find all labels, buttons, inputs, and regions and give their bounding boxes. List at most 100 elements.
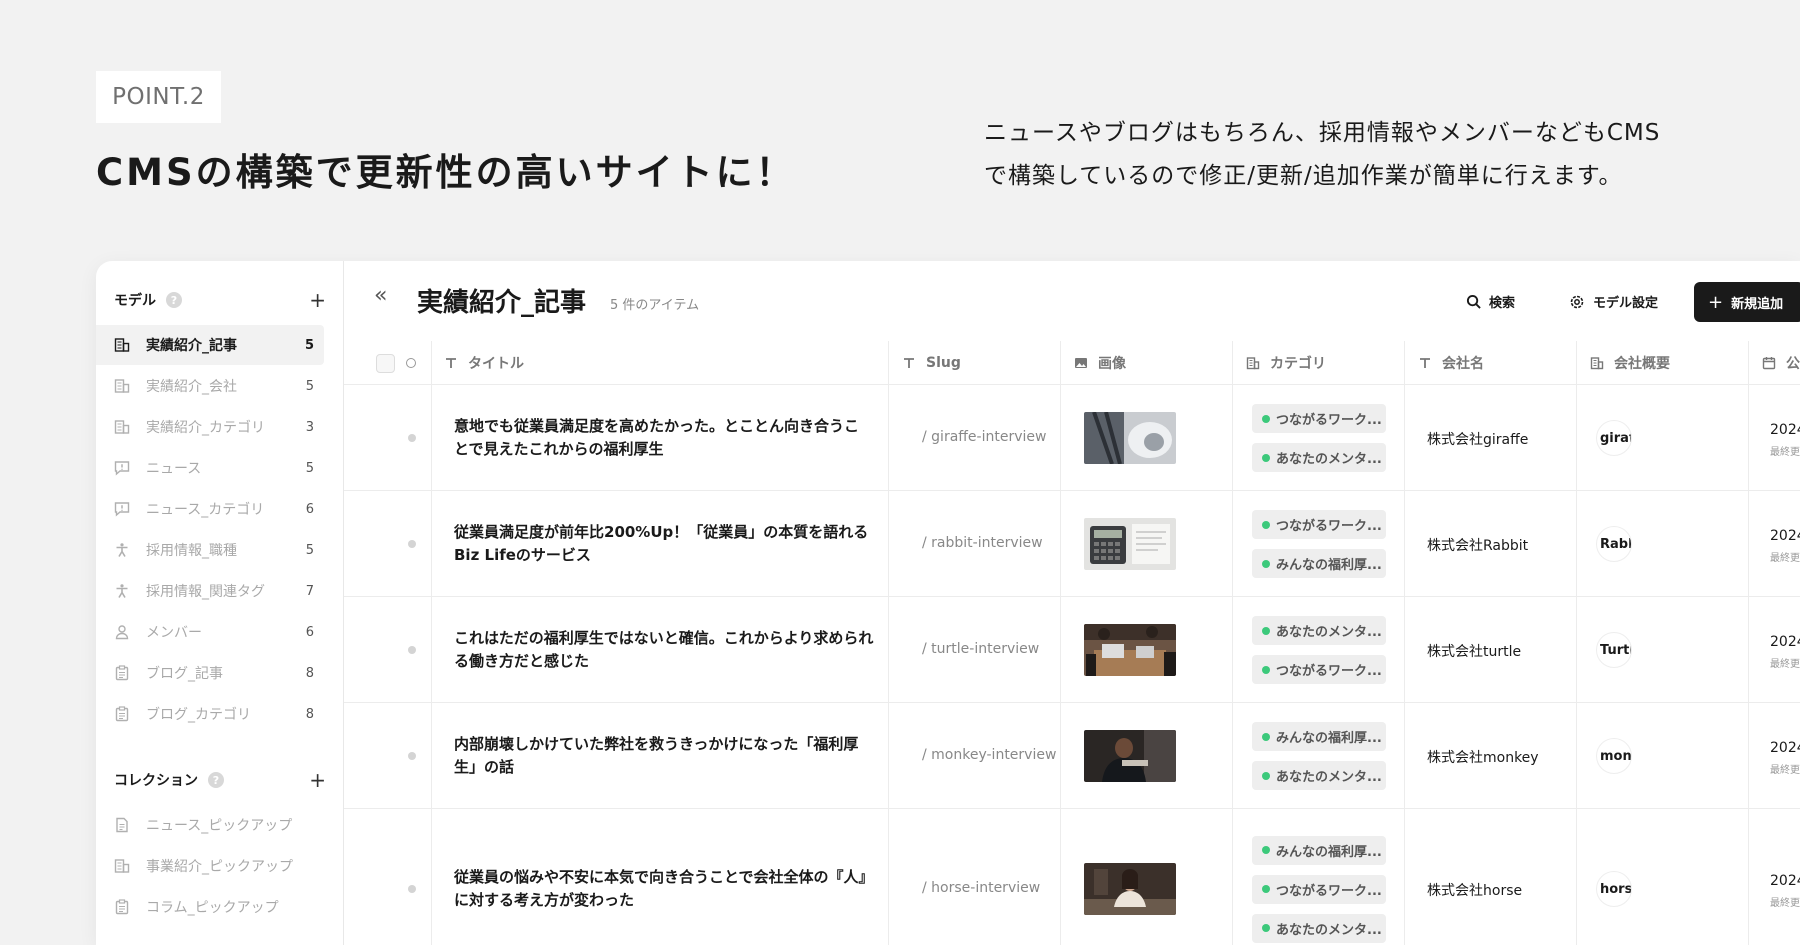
company-logo: hors bbox=[1596, 871, 1632, 907]
row-company: 株式会社horse bbox=[1427, 883, 1523, 899]
row-date-sub: 最終更 bbox=[1770, 553, 1800, 564]
row-thumbnail[interactable] bbox=[1084, 412, 1176, 464]
sidebar-item-count: 6 bbox=[305, 624, 314, 640]
category-tag[interactable]: あなたのメンタ... bbox=[1252, 761, 1386, 790]
category-tag-label: つながるワーク... bbox=[1276, 413, 1382, 428]
sidebar-item[interactable]: 採用情報_関連タグ 7 bbox=[96, 571, 324, 611]
column-title[interactable]: タイトル bbox=[444, 341, 524, 385]
help-icon[interactable]: ? bbox=[166, 292, 182, 308]
row-date-sub: 最終更 bbox=[1770, 765, 1800, 776]
table-row[interactable]: 内部崩壊しかけていた弊社を救うきっかけになった「福利厚生」の話 / monkey-… bbox=[344, 703, 1800, 809]
sidebar-item-label: メンバー bbox=[146, 625, 202, 641]
category-tag[interactable]: あなたのメンタ... bbox=[1252, 913, 1386, 943]
sidebar-item-count: 5 bbox=[305, 460, 314, 476]
sidebar-item-label: 採用情報_職種 bbox=[146, 543, 237, 559]
sidebar-item[interactable]: コラム_ピックアップ bbox=[96, 887, 324, 927]
column-company[interactable]: 会社名 bbox=[1418, 341, 1484, 385]
category-tag[interactable]: つながるワーク... bbox=[1252, 874, 1386, 904]
table-row[interactable]: 従業員満足度が前年比200%Up！「従業員」の本質を語れるBiz Lifeのサー… bbox=[344, 491, 1800, 597]
category-tag-label: あなたのメンタ... bbox=[1276, 452, 1382, 467]
sidebar-item[interactable]: 採用情報_職種 5 bbox=[96, 530, 324, 570]
row-thumbnail[interactable] bbox=[1084, 518, 1176, 570]
category-tag[interactable]: あなたのメンタ... bbox=[1252, 443, 1386, 472]
category-tag[interactable]: みんなの福利厚... bbox=[1252, 835, 1386, 865]
sidebar-item[interactable]: メンバー 6 bbox=[96, 612, 324, 652]
category-tag[interactable]: つながるワーク... bbox=[1252, 655, 1386, 684]
category-tag[interactable]: みんなの福利厚... bbox=[1252, 549, 1386, 578]
sidebar-item-count: 3 bbox=[305, 419, 314, 435]
row-thumbnail[interactable] bbox=[1084, 730, 1176, 782]
sidebar-item-label: ニュース bbox=[146, 461, 202, 477]
collapse-sidebar-button[interactable]: « bbox=[374, 283, 387, 308]
column-slug-label: Slug bbox=[926, 355, 961, 371]
category-tag[interactable]: あなたのメンタ... bbox=[1252, 616, 1386, 645]
document-icon bbox=[116, 817, 128, 833]
status-dot bbox=[408, 752, 416, 760]
company-logo: Rabb bbox=[1596, 526, 1632, 562]
status-dot bbox=[408, 540, 416, 548]
column-date-label: 公 bbox=[1786, 356, 1800, 372]
models-header: モデル ? + bbox=[114, 285, 326, 315]
sidebar-item[interactable]: 実績紹介_カテゴリ 3 bbox=[96, 407, 324, 447]
row-title[interactable]: 意地でも従業員満足度を高めたかった。とことん向き合うことで見えたこれからの福利厚… bbox=[454, 415, 874, 461]
category-tag[interactable]: みんなの福利厚... bbox=[1252, 722, 1386, 751]
sidebar-item-label: ブログ_カテゴリ bbox=[146, 707, 251, 723]
column-category[interactable]: カテゴリ bbox=[1246, 341, 1326, 385]
company-logo: monk bbox=[1596, 738, 1632, 774]
row-company: 株式会社Rabbit bbox=[1427, 538, 1529, 554]
model-settings-button[interactable]: モデル設定 bbox=[1569, 292, 1658, 311]
sidebar-item-count: 5 bbox=[305, 542, 314, 558]
row-title[interactable]: 内部崩壊しかけていた弊社を救うきっかけになった「福利厚生」の話 bbox=[454, 733, 874, 779]
category-tag[interactable]: つながるワーク... bbox=[1252, 510, 1386, 539]
row-thumbnail[interactable] bbox=[1084, 863, 1176, 915]
row-title[interactable]: 従業員の悩みや不安に本気で向き合うことで会社全体の『人』に対する考え方が変わった bbox=[454, 866, 874, 912]
row-tags: みんなの福利厚... あなたのメンタ... bbox=[1252, 722, 1386, 800]
status-dot-icon bbox=[1262, 559, 1270, 568]
table-header: タイトル Slug 画像 カテゴリ 会社名 会社概要 公 bbox=[344, 341, 1800, 385]
help-icon[interactable]: ? bbox=[208, 772, 224, 788]
search-button[interactable]: 検索 bbox=[1466, 292, 1515, 311]
row-date: 2024 bbox=[1770, 528, 1800, 544]
row-tags: つながるワーク... みんなの福利厚... bbox=[1252, 510, 1386, 588]
add-model-button[interactable]: + bbox=[309, 288, 326, 312]
row-company: 株式会社monkey bbox=[1427, 750, 1539, 766]
select-all-checkbox[interactable] bbox=[376, 354, 395, 373]
row-title[interactable]: これはただの福利厚生ではないと確信。これからより求められる働き方だと感じた bbox=[454, 627, 874, 673]
point-badge: POINT.2 bbox=[96, 71, 221, 123]
search-label: 検索 bbox=[1489, 296, 1516, 311]
category-tag[interactable]: つながるワーク... bbox=[1252, 404, 1386, 433]
building-icon bbox=[114, 379, 130, 393]
building-icon bbox=[114, 420, 130, 434]
row-thumbnail[interactable] bbox=[1084, 624, 1176, 676]
row-date-sub: 最終更 bbox=[1770, 659, 1800, 670]
description-line-1: ニュースやブログはもちろん、採用情報やメンバーなどもCMS bbox=[984, 120, 1661, 146]
column-overview[interactable]: 会社概要 bbox=[1590, 341, 1670, 385]
item-count: 5 件のアイテム bbox=[610, 298, 700, 313]
text-type-icon bbox=[904, 358, 914, 368]
table-row[interactable]: 従業員の悩みや不安に本気で向き合うことで会社全体の『人』に対する考え方が変わった… bbox=[344, 809, 1800, 945]
column-slug[interactable]: Slug bbox=[902, 341, 961, 385]
column-image[interactable]: 画像 bbox=[1074, 341, 1126, 385]
table-row[interactable]: 意地でも従業員満足度を高めたかった。とことん向き合うことで見えたこれからの福利厚… bbox=[344, 385, 1800, 491]
sidebar-item[interactable]: ニュース_カテゴリ 6 bbox=[96, 489, 324, 529]
sidebar-item-label: 実績紹介_記事 bbox=[146, 338, 237, 354]
sidebar-item[interactable]: ニュース_ピックアップ bbox=[96, 805, 324, 845]
sidebar-item-label: ニュース_ピックアップ bbox=[146, 818, 293, 834]
row-date: 2024 bbox=[1770, 873, 1800, 889]
sidebar-item[interactable]: ニュース 5 bbox=[96, 448, 324, 488]
table-row[interactable]: これはただの福利厚生ではないと確信。これからより求められる働き方だと感じた / t… bbox=[344, 597, 1800, 703]
column-image-label: 画像 bbox=[1098, 356, 1126, 372]
sidebar-item[interactable]: 実績紹介_記事 5 bbox=[96, 325, 324, 365]
sidebar-item[interactable]: ブログ_カテゴリ 8 bbox=[96, 694, 324, 734]
add-collection-button[interactable]: + bbox=[309, 768, 326, 792]
sidebar-item-label: 採用情報_関連タグ bbox=[146, 584, 265, 600]
description: ニュースやブログはもちろん、採用情報やメンバーなどもCMS で構築しているので修… bbox=[984, 112, 1714, 198]
row-title[interactable]: 従業員満足度が前年比200%Up！「従業員」の本質を語れるBiz Lifeのサー… bbox=[454, 521, 874, 567]
row-date: 2024 bbox=[1770, 422, 1800, 438]
sidebar-item[interactable]: 実績紹介_会社 5 bbox=[96, 366, 324, 406]
person-icon bbox=[116, 543, 128, 557]
sidebar-item[interactable]: ブログ_記事 8 bbox=[96, 653, 324, 693]
sidebar-item[interactable]: 事業紹介_ピックアップ bbox=[96, 846, 324, 886]
column-date[interactable]: 公 bbox=[1762, 341, 1800, 385]
add-new-button[interactable]: + 新規追加 bbox=[1694, 282, 1800, 322]
